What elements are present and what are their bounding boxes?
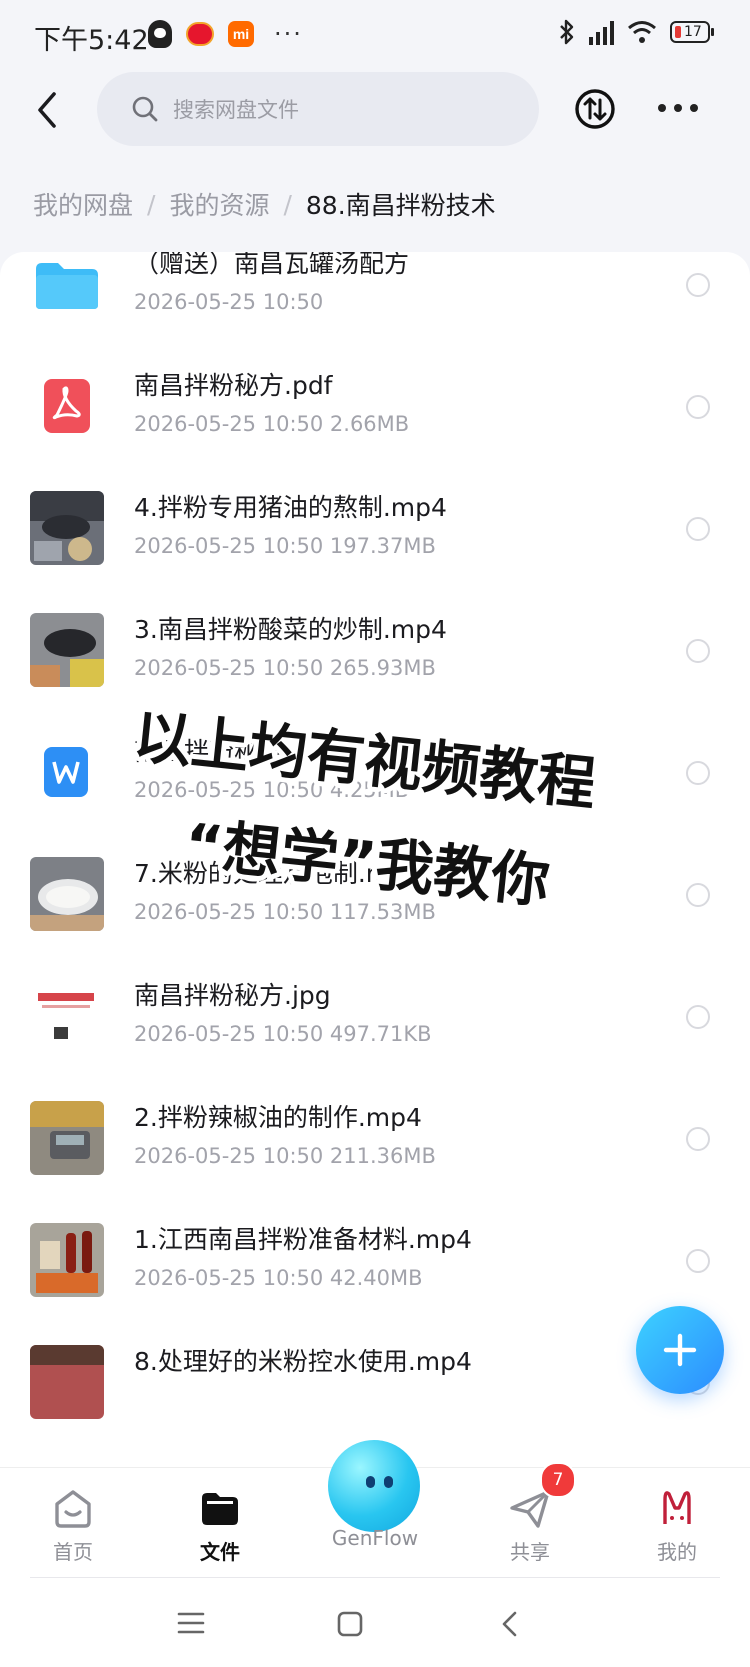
folder-icon [36, 263, 98, 309]
more-options-icon[interactable] [658, 104, 698, 112]
plus-icon [663, 1333, 697, 1367]
file-list: （赠送）南昌瓦罐汤配方 2026-05-25 10:50 南昌拌粉秘方.pdf … [0, 252, 750, 1467]
more-notifications-icon: ··· [274, 20, 303, 48]
status-bar: 下午5:42 mi ··· 17 [0, 0, 750, 72]
select-checkbox[interactable] [686, 1249, 710, 1273]
video-thumbnail [30, 1223, 104, 1297]
file-meta: 2026-05-25 10:50 [134, 290, 324, 314]
list-item[interactable]: 3.南昌拌粉酸菜的炒制.mp4 2026-05-25 10:50 265.93M… [0, 600, 750, 730]
add-button[interactable] [636, 1306, 724, 1394]
select-checkbox[interactable] [686, 395, 710, 419]
tab-share[interactable]: 共享 [475, 1486, 585, 1565]
file-meta: 2026-05-25 10:50 4.25MB [134, 778, 410, 802]
select-checkbox[interactable] [686, 273, 710, 297]
file-name: 8.处理好的米粉控水使用.mp4 [134, 1347, 472, 1376]
image-thumbnail [30, 979, 104, 1053]
menu-nav-icon[interactable] [177, 1611, 205, 1635]
status-time: 下午5:42 [34, 25, 149, 56]
battery-level: 17 [684, 24, 702, 40]
search-placeholder: 搜索网盘文件 [173, 98, 299, 122]
list-item[interactable]: （赠送）南昌瓦罐汤配方 2026-05-25 10:50 [0, 252, 750, 364]
select-checkbox[interactable] [686, 761, 710, 785]
tab-files-label: 文件 [200, 1540, 240, 1564]
file-meta: 2026-05-25 10:50 265.93MB [134, 656, 436, 680]
notification-icons: mi ··· [148, 20, 303, 48]
file-name: 1.江西南昌拌粉准备材料.mp4 [134, 1225, 472, 1254]
video-thumbnail [30, 1101, 104, 1175]
system-icons: 17 [557, 18, 714, 46]
video-thumbnail [30, 857, 104, 931]
breadcrumb-separator: / [283, 189, 292, 219]
tab-share-label: 共享 [510, 1540, 550, 1564]
list-item[interactable]: 1.江西南昌拌粉准备材料.mp4 2026-05-25 10:50 42.40M… [0, 1210, 750, 1340]
home-icon [55, 1490, 91, 1528]
tab-home-label: 首页 [53, 1540, 93, 1564]
bottom-tab-bar: 首页 文件 GenFlow 共享 7 我的 [0, 1440, 750, 1578]
qq-icon [148, 20, 172, 48]
tab-genflow-label: GenFlow [331, 1526, 419, 1550]
select-checkbox[interactable] [686, 1005, 710, 1029]
weibo-icon [186, 22, 214, 46]
file-meta: 2026-05-25 10:50 42.40MB [134, 1266, 423, 1290]
search-icon [132, 96, 158, 122]
wifi-icon [628, 21, 656, 43]
file-meta: 2026-05-25 10:50 2.66MB [134, 412, 410, 436]
search-input[interactable]: 搜索网盘文件 [97, 72, 539, 146]
transfer-icon[interactable] [574, 88, 616, 130]
back-icon[interactable] [28, 86, 68, 134]
battery-icon: 17 [670, 21, 714, 43]
video-thumbnail [30, 491, 104, 565]
file-name: 南昌拌粉秘方.pdf [134, 371, 333, 400]
video-thumbnail [30, 1345, 104, 1419]
breadcrumb-current: 88.南昌拌粉技术 [305, 191, 496, 220]
share-notification-badge: 7 [540, 1462, 576, 1498]
file-meta: 2026-05-25 10:50 117.53MB [134, 900, 436, 924]
select-checkbox[interactable] [686, 639, 710, 663]
file-meta: 2026-05-25 10:50 211.36MB [134, 1144, 436, 1168]
pdf-icon [44, 379, 90, 433]
breadcrumb-item-my-resources[interactable]: 我的资源 [169, 186, 269, 222]
select-checkbox[interactable] [686, 517, 710, 541]
file-name: 3.南昌拌粉酸菜的炒制.mp4 [134, 615, 447, 644]
genflow-mascot-icon[interactable] [328, 1440, 420, 1532]
breadcrumb-separator: / [147, 189, 156, 219]
word-doc-icon [44, 747, 88, 797]
list-item[interactable]: 7.米粉的处理及泡制.mp4 2026-05-25 10:50 117.53MB [0, 844, 750, 974]
file-name: （赠送）南昌瓦罐汤配方 [134, 252, 410, 278]
file-name: 2.拌粉辣椒油的制作.mp4 [134, 1103, 422, 1132]
list-item[interactable]: 2.拌粉辣椒油的制作.mp4 2026-05-25 10:50 211.36MB [0, 1088, 750, 1218]
home-nav-icon[interactable] [337, 1611, 363, 1637]
breadcrumb: 我的网盘 / 我的资源 / 88.南昌拌粉技术 [33, 186, 496, 222]
list-item[interactable]: 南昌拌粉秘方.jpg 2026-05-25 10:50 497.71KB [0, 966, 750, 1096]
tab-mine-label: 我的 [657, 1540, 697, 1564]
tab-files[interactable]: 文件 [165, 1486, 275, 1565]
file-meta: 2026-05-25 10:50 497.71KB [134, 1022, 432, 1046]
back-nav-icon[interactable] [500, 1610, 520, 1638]
video-thumbnail [30, 613, 104, 687]
breadcrumb-item-my-drive[interactable]: 我的网盘 [33, 186, 133, 222]
file-name: 4.拌粉专用猪油的熬制.mp4 [134, 493, 447, 522]
bluetooth-icon [560, 19, 574, 45]
mi-icon: mi [228, 21, 254, 47]
select-checkbox[interactable] [686, 883, 710, 907]
system-nav-bar [0, 1577, 750, 1667]
rabbit-avatar-icon [663, 1491, 691, 1524]
top-bar: 搜索网盘文件 [0, 72, 750, 152]
list-item[interactable]: 南昌拌粉秘方.pdf 2026-05-25 10:50 2.66MB [0, 356, 750, 486]
tab-mine[interactable]: 我的 [622, 1486, 732, 1565]
folder-tab-icon [202, 1493, 238, 1525]
select-checkbox[interactable] [686, 1127, 710, 1151]
file-meta: 2026-05-25 10:50 197.37MB [134, 534, 436, 558]
tab-genflow[interactable]: GenFlow [320, 1526, 430, 1550]
list-item[interactable]: 4.拌粉专用猪油的熬制.mp4 2026-05-25 10:50 197.37M… [0, 478, 750, 608]
list-item[interactable]: 南昌拌粉秘方 2026-05-25 10:50 4.25MB [0, 722, 750, 852]
file-name: 南昌拌粉秘方.jpg [134, 981, 331, 1010]
tab-home[interactable]: 首页 [18, 1486, 128, 1565]
file-name: 南昌拌粉秘方 [134, 737, 285, 766]
file-name: 7.米粉的处理及泡制.mp4 [134, 859, 422, 888]
signal-icon [589, 19, 614, 45]
